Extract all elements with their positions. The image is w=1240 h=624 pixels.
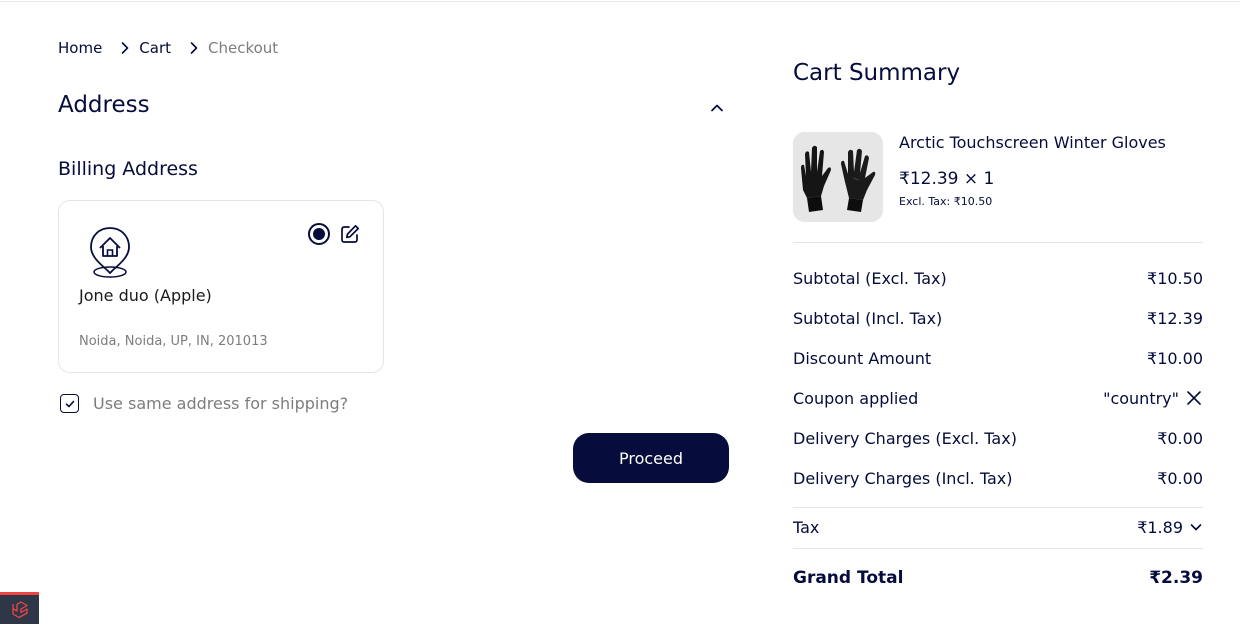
grand-total-row: Grand Total ₹2.39 bbox=[793, 567, 1203, 589]
same-address-checkbox[interactable] bbox=[60, 394, 79, 413]
address-select-radio[interactable] bbox=[308, 223, 330, 245]
same-address-checkbox-row[interactable]: Use same address for shipping? bbox=[60, 394, 348, 413]
top-border bbox=[0, 0, 1240, 2]
coupon-row: Coupon applied "country" bbox=[793, 387, 1203, 409]
subtotal-excl-label: Subtotal (Excl. Tax) bbox=[793, 268, 947, 288]
chevron-down-icon bbox=[1190, 524, 1202, 531]
subtotal-incl-label: Subtotal (Incl. Tax) bbox=[793, 308, 943, 328]
delivery-incl-label: Delivery Charges (Incl. Tax) bbox=[793, 468, 1013, 488]
product-excl-tax: Excl. Tax: ₹10.50 bbox=[899, 195, 993, 208]
tax-label: Tax bbox=[793, 517, 820, 537]
chevron-right-icon bbox=[114, 37, 136, 59]
billing-address-card[interactable]: Jone duo (Apple) Noida, Noida, UP, IN, 2… bbox=[58, 200, 384, 373]
product-image bbox=[793, 132, 883, 222]
home-pin-icon bbox=[87, 225, 133, 281]
close-icon[interactable] bbox=[1185, 389, 1203, 407]
delivery-excl-value: ₹0.00 bbox=[1157, 428, 1203, 448]
address-heading: Address bbox=[58, 92, 150, 118]
address-line: Noida, Noida, UP, IN, 201013 bbox=[79, 334, 268, 349]
subtotal-excl-row: Subtotal (Excl. Tax) ₹10.50 bbox=[793, 267, 1203, 289]
tax-value: ₹1.89 bbox=[1137, 517, 1183, 537]
radio-selected-dot bbox=[313, 228, 325, 240]
coupon-value-group: "country" bbox=[1103, 389, 1203, 408]
chevron-up-icon[interactable] bbox=[705, 96, 729, 120]
breadcrumb-checkout: Checkout bbox=[208, 39, 279, 57]
proceed-button[interactable]: Proceed bbox=[573, 433, 729, 483]
coupon-code: "country" bbox=[1103, 388, 1179, 408]
tax-divider-bottom bbox=[793, 548, 1203, 549]
discount-value: ₹10.00 bbox=[1147, 348, 1203, 368]
delivery-incl-row: Delivery Charges (Incl. Tax) ₹0.00 bbox=[793, 467, 1203, 489]
grand-total-value: ₹2.39 bbox=[1149, 568, 1203, 588]
address-name: Jone duo (Apple) bbox=[79, 286, 212, 305]
billing-address-heading: Billing Address bbox=[58, 158, 198, 180]
laravel-icon[interactable] bbox=[0, 592, 39, 624]
breadcrumb-home[interactable]: Home bbox=[58, 39, 102, 57]
summary-divider bbox=[793, 242, 1203, 243]
product-price-quantity: ₹12.39 × 1 bbox=[899, 169, 995, 189]
breadcrumb: Home Cart Checkout bbox=[58, 37, 278, 59]
tax-toggle[interactable]: ₹1.89 bbox=[1137, 518, 1203, 537]
cart-summary-heading: Cart Summary bbox=[793, 60, 961, 86]
subtotal-excl-value: ₹10.50 bbox=[1147, 268, 1203, 288]
coupon-label: Coupon applied bbox=[793, 388, 919, 408]
tax-row: Tax ₹1.89 bbox=[793, 516, 1203, 538]
delivery-excl-label: Delivery Charges (Excl. Tax) bbox=[793, 428, 1017, 448]
chevron-right-icon bbox=[183, 37, 205, 59]
breadcrumb-cart[interactable]: Cart bbox=[139, 39, 171, 57]
discount-row: Discount Amount ₹10.00 bbox=[793, 347, 1203, 369]
product-name[interactable]: Arctic Touchscreen Winter Gloves bbox=[899, 133, 1166, 152]
subtotal-incl-value: ₹12.39 bbox=[1147, 308, 1203, 328]
tax-divider-top bbox=[793, 507, 1203, 508]
delivery-incl-value: ₹0.00 bbox=[1157, 468, 1203, 488]
discount-label: Discount Amount bbox=[793, 348, 932, 368]
same-address-label: Use same address for shipping? bbox=[93, 394, 349, 413]
subtotal-incl-row: Subtotal (Incl. Tax) ₹12.39 bbox=[793, 307, 1203, 329]
delivery-excl-row: Delivery Charges (Excl. Tax) ₹0.00 bbox=[793, 427, 1203, 449]
grand-total-label: Grand Total bbox=[793, 568, 904, 588]
edit-icon[interactable] bbox=[339, 223, 361, 245]
